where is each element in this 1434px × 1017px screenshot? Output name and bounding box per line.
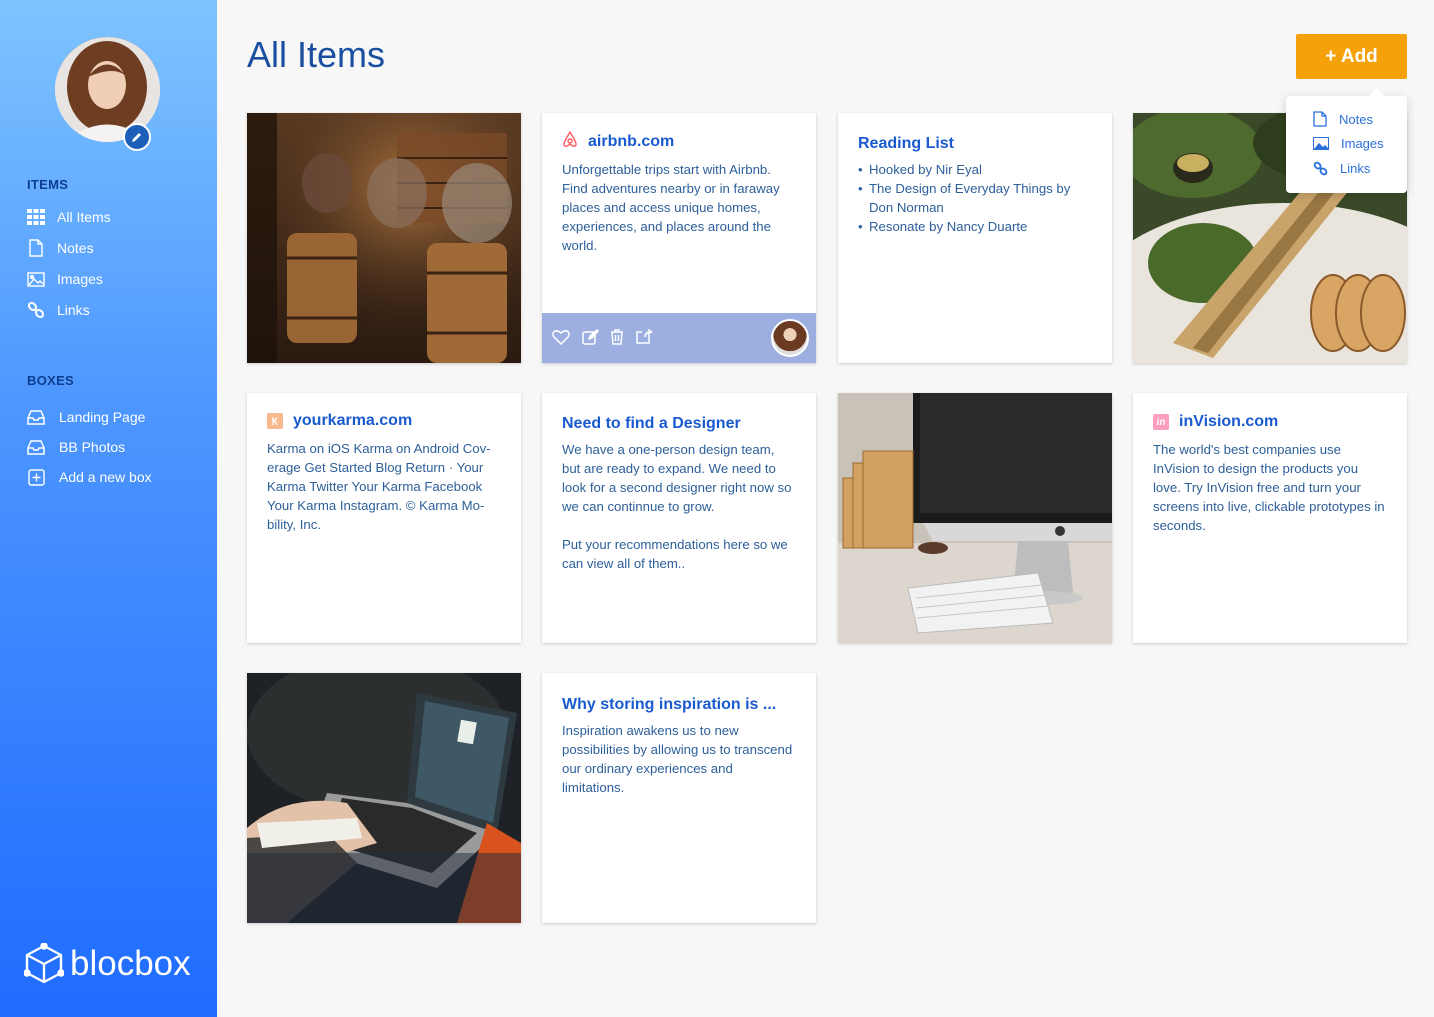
pencil-icon xyxy=(132,133,141,142)
note-card-reading-list[interactable]: Reading List Hooked by Nir Eyal The Desi… xyxy=(838,113,1112,363)
note-paragraph: We have a one-person design team, but ar… xyxy=(562,442,792,514)
note-card-title[interactable]: Need to find a Designer xyxy=(562,415,741,433)
link-card-title[interactable]: airbnb.com xyxy=(588,133,674,151)
note-card-designer[interactable]: Need to find a Designer We have a one-pe… xyxy=(542,393,816,643)
desk-photo xyxy=(838,393,1112,643)
sidebar-item-label: Links xyxy=(57,302,90,318)
sidebar-item-label: All Items xyxy=(57,209,111,225)
add-button[interactable]: + Add xyxy=(1296,34,1407,79)
note-card-title[interactable]: Why storing inspiration is ... xyxy=(562,696,776,714)
link-icon xyxy=(1313,161,1328,176)
share-icon[interactable] xyxy=(636,328,654,347)
bar-photo xyxy=(247,113,521,363)
link-card-title[interactable]: yourkarma.com xyxy=(293,412,412,430)
card-action-bar xyxy=(542,313,816,363)
inbox-icon xyxy=(27,408,45,426)
image-icon xyxy=(27,270,45,288)
invision-favicon-icon: in xyxy=(1153,414,1169,430)
note-paragraph: Put your recommendations here so we can … xyxy=(562,537,788,571)
menu-item-links[interactable]: Links xyxy=(1313,161,1370,176)
brand-name: blocbox xyxy=(70,944,191,983)
boxes-heading: BOXES xyxy=(27,373,75,388)
owner-avatar[interactable] xyxy=(771,319,809,357)
trash-icon[interactable] xyxy=(610,329,628,347)
add-dropdown-menu: Notes Images Links xyxy=(1286,88,1407,193)
note-icon xyxy=(1313,111,1327,127)
link-card-header: in inVision.com xyxy=(1153,413,1278,431)
airbnb-logo-icon xyxy=(562,130,578,153)
link-card-yourkarma[interactable]: yourkarma.com Karma on iOS Karma on Andr… xyxy=(247,393,521,643)
edit-profile-button[interactable] xyxy=(123,123,151,151)
profile-avatar-wrap xyxy=(55,37,160,151)
sidebar-item-notes[interactable]: Notes xyxy=(27,239,94,257)
list-item: Resonate by Nancy Duarte xyxy=(858,217,1092,236)
image-card-bar[interactable] xyxy=(247,113,521,363)
grid-icon xyxy=(27,208,45,226)
link-card-description: Karma on iOS Karma on Android Cov­erage … xyxy=(267,441,491,532)
link-card-description: The world's best companies use InVision … xyxy=(1153,442,1385,533)
image-card-laptop[interactable] xyxy=(247,673,521,923)
image-icon xyxy=(1313,137,1329,150)
sidebar-item-label: Images xyxy=(57,271,103,287)
edit-icon[interactable] xyxy=(582,328,600,347)
plus-square-icon xyxy=(27,468,45,486)
menu-item-label: Links xyxy=(1340,161,1371,176)
cube-logo-icon xyxy=(24,943,64,984)
sidebar: ITEMS All Items Notes Images Links BOXES… xyxy=(0,0,217,1017)
link-card-header: airbnb.com xyxy=(562,130,674,153)
sidebar-box-label: Landing Page xyxy=(59,409,146,425)
reading-list: Hooked by Nir Eyal The Design of Everyda… xyxy=(858,160,1092,236)
note-card-title[interactable]: Reading List xyxy=(858,135,954,153)
sidebar-item-label: Notes xyxy=(57,240,94,256)
sidebar-box-bb-photos[interactable]: BB Photos xyxy=(27,438,125,456)
items-heading: ITEMS xyxy=(27,177,69,192)
sidebar-item-links[interactable]: Links xyxy=(27,301,90,319)
menu-item-images[interactable]: Images xyxy=(1313,136,1384,151)
sidebar-box-landing-page[interactable]: Landing Page xyxy=(27,408,145,426)
note-icon xyxy=(27,239,45,257)
link-icon xyxy=(27,301,45,319)
menu-item-label: Images xyxy=(1341,136,1384,151)
link-card-header: yourkarma.com xyxy=(267,412,412,430)
laptop-photo xyxy=(247,673,521,923)
link-card-description: Unforgettable trips start with Airbnb. F… xyxy=(562,162,780,253)
sidebar-item-images[interactable]: Images xyxy=(27,270,103,288)
link-card-airbnb[interactable]: airbnb.com Unforgettable trips start wit… xyxy=(542,113,816,363)
note-card-inspiration[interactable]: Why storing inspiration is ... Inspirati… xyxy=(542,673,816,923)
karma-favicon-icon xyxy=(267,413,283,429)
link-card-invision[interactable]: in inVision.com The world's best compani… xyxy=(1133,393,1407,643)
add-new-box-button[interactable]: Add a new box xyxy=(27,468,152,486)
image-card-desk[interactable] xyxy=(838,393,1112,643)
brand-logo[interactable]: blocbox xyxy=(24,943,191,985)
page-title: All Items xyxy=(247,34,386,75)
note-paragraph: Inspiration awakens us to new possibilit… xyxy=(562,723,793,795)
link-card-title[interactable]: inVision.com xyxy=(1179,413,1278,431)
inbox-icon xyxy=(27,438,45,456)
sidebar-box-label: BB Photos xyxy=(59,439,126,455)
menu-item-notes[interactable]: Notes xyxy=(1313,111,1373,127)
sidebar-item-all-items[interactable]: All Items xyxy=(27,208,111,226)
like-heart-icon[interactable] xyxy=(552,329,570,347)
menu-item-label: Notes xyxy=(1339,111,1373,127)
sidebar-box-label: Add a new box xyxy=(59,469,152,485)
list-item: The Design of Everyday Things by Don Nor… xyxy=(858,179,1092,217)
list-item: Hooked by Nir Eyal xyxy=(858,160,1092,179)
